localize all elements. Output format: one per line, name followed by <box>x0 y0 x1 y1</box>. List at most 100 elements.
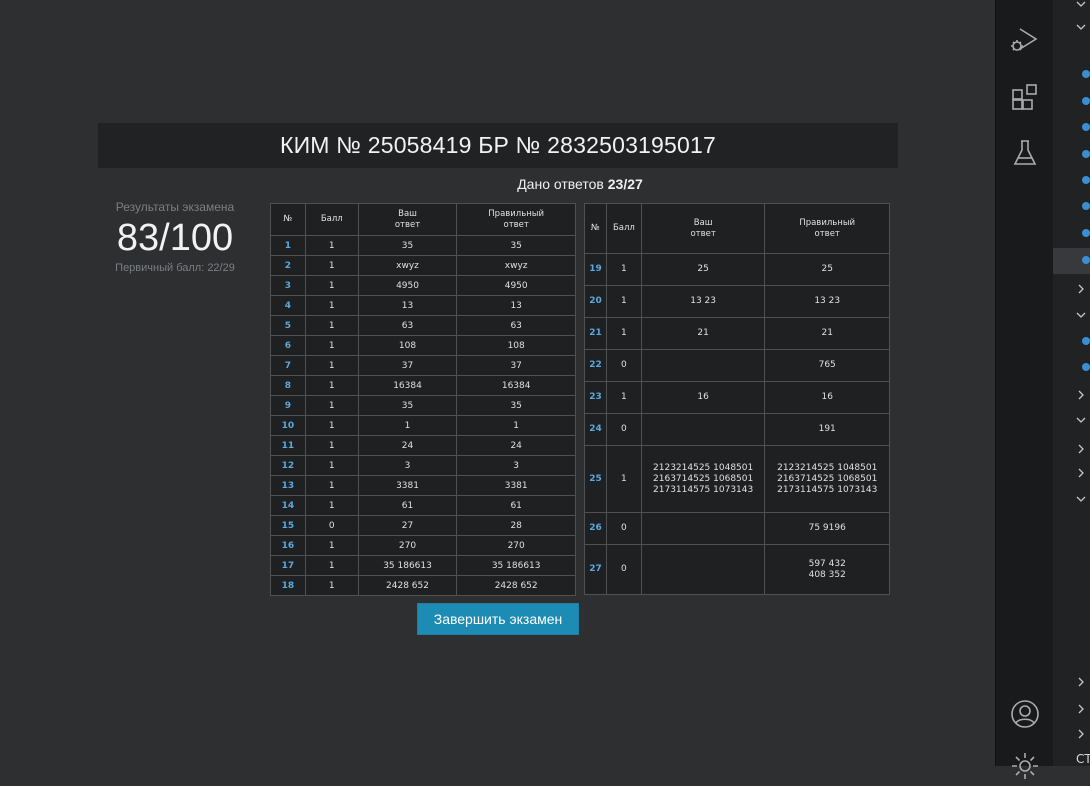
table-row: 17 1 35 186613 35 186613 <box>270 555 576 576</box>
table-row: 6 1 108 108 <box>270 335 576 356</box>
table-row: 11 1 24 24 <box>270 435 576 456</box>
explorer-section-label: СТ <box>1076 752 1090 766</box>
chevron-right-icon[interactable] <box>1075 283 1087 295</box>
question-number-cell: 22 <box>584 349 607 382</box>
your-answer-cell: 16384 <box>357 375 458 396</box>
question-number-cell: 6 <box>270 335 306 356</box>
your-answer-cell: 27 <box>357 515 458 536</box>
col-correct-answer-header: Правильный ответ <box>456 203 576 236</box>
correct-answer-cell: 35 186613 <box>456 555 576 576</box>
chevron-down-icon[interactable] <box>1075 21 1087 33</box>
correct-answer-cell: 61 <box>456 495 576 516</box>
chevron-down-icon[interactable] <box>1075 414 1087 426</box>
extensions-icon[interactable] <box>1005 77 1045 117</box>
question-number-cell: 12 <box>270 455 306 476</box>
answers-given: Дано ответов 23/27 <box>330 176 830 192</box>
your-answer-cell: 35 <box>357 235 458 256</box>
table-row: 2 1 xwyz xwyz <box>270 255 576 276</box>
question-number-cell: 11 <box>270 435 306 456</box>
python-file-icon <box>1082 176 1090 184</box>
answers-given-label: Дано ответов <box>517 176 604 192</box>
question-number-cell: 16 <box>270 535 306 556</box>
correct-answer-cell: 28 <box>456 515 576 536</box>
correct-answer-cell: 270 <box>456 535 576 556</box>
your-answer-cell: 61 <box>357 495 458 516</box>
score-label: Результаты экзамена <box>115 200 235 214</box>
correct-answer-cell: 24 <box>456 435 576 456</box>
correct-answer-cell: 16 <box>764 381 890 414</box>
score-cell: 1 <box>304 475 359 496</box>
score-cell: 1 <box>304 335 359 356</box>
results-table-left-body: 1 1 35 35 2 1 xwyz xwyz 3 1 4950 4950 4 1 13 13 5 1 63 63 6 1… <box>270 235 576 596</box>
score-cell: 1 <box>605 381 642 414</box>
question-number-cell: 3 <box>270 275 306 296</box>
your-answer-cell: 35 186613 <box>357 555 458 576</box>
correct-answer-cell: 25 <box>764 253 890 286</box>
your-answer-cell <box>640 349 766 382</box>
question-number-cell: 4 <box>270 295 306 316</box>
chevron-right-icon[interactable] <box>1075 728 1087 740</box>
settings-gear-icon[interactable] <box>1005 746 1045 786</box>
score-cell: 1 <box>304 255 359 276</box>
table-row: 20 1 13 23 13 23 <box>584 285 890 318</box>
testing-icon[interactable] <box>1005 133 1045 173</box>
score-cell: 0 <box>605 413 642 446</box>
score-cell: 1 <box>304 455 359 476</box>
run-debug-icon[interactable] <box>1005 19 1045 59</box>
correct-answer-cell: 13 23 <box>764 285 890 318</box>
chevron-down-icon[interactable] <box>1075 493 1087 505</box>
your-answer-cell: 3 <box>357 455 458 476</box>
chevron-right-icon[interactable] <box>1075 676 1087 688</box>
your-answer-cell: 37 <box>357 355 458 376</box>
correct-answer-cell: 35 <box>456 395 576 416</box>
table-row: 23 1 16 16 <box>584 381 890 414</box>
correct-answer-cell: 1 <box>456 415 576 436</box>
question-number-cell: 26 <box>584 512 607 545</box>
correct-answer-cell: 191 <box>764 413 890 446</box>
python-file-icon <box>1082 70 1090 78</box>
your-answer-cell: 270 <box>357 535 458 556</box>
score-cell: 1 <box>304 295 359 316</box>
question-number-cell: 27 <box>584 544 607 595</box>
chevron-right-icon[interactable] <box>1075 389 1087 401</box>
correct-answer-cell: 21 <box>764 317 890 350</box>
table-row: 7 1 37 37 <box>270 355 576 376</box>
correct-answer-cell: 597 432 408 352 <box>764 544 890 595</box>
score-value: 83/100 <box>116 217 234 259</box>
score-cell: 1 <box>304 555 359 576</box>
question-number-cell: 1 <box>270 235 306 256</box>
table-row: 19 1 25 25 <box>584 253 890 286</box>
table-row: 8 1 16384 16384 <box>270 375 576 396</box>
your-answer-cell: 1 <box>357 415 458 436</box>
chevron-right-icon[interactable] <box>1075 443 1087 455</box>
question-number-cell: 19 <box>584 253 607 286</box>
question-number-cell: 7 <box>270 355 306 376</box>
correct-answer-cell: 2428 652 <box>456 575 576 596</box>
finish-exam-button[interactable]: Завершить экзамен <box>417 603 579 635</box>
question-number-cell: 8 <box>270 375 306 396</box>
question-number-cell: 5 <box>270 315 306 336</box>
python-file-icon <box>1082 97 1090 105</box>
col-number-header: № <box>270 203 306 236</box>
chevron-down-icon[interactable] <box>1075 309 1087 321</box>
score-cell: 0 <box>605 512 642 545</box>
question-number-cell: 10 <box>270 415 306 436</box>
your-answer-cell: 13 <box>357 295 458 316</box>
correct-answer-cell: 3381 <box>456 475 576 496</box>
table-row: 10 1 1 1 <box>270 415 576 436</box>
table-row: 9 1 35 35 <box>270 395 576 416</box>
question-number-cell: 23 <box>584 381 607 414</box>
score-cell: 1 <box>304 275 359 296</box>
results-table-left: № Балл Ваш ответ Правильный ответ 1 1 35 35… <box>270 203 576 596</box>
correct-answer-cell: 2123214525 1048501 2163714525 1068501 21… <box>764 445 890 513</box>
chevron-right-icon[interactable] <box>1075 467 1087 479</box>
table-row: 25 1 2123214525 1048501 2163714525 1068501… <box>584 445 890 513</box>
answers-given-value: 23/27 <box>607 176 643 192</box>
exam-results-view: КИМ № 25058419 БР № 2832503195017 Дано о… <box>0 0 995 766</box>
page-title: КИМ № 25058419 БР № 2832503195017 <box>98 123 898 168</box>
chevron-right-icon[interactable] <box>1075 703 1087 715</box>
chevron-down-icon[interactable] <box>1075 0 1087 10</box>
account-icon[interactable] <box>1005 694 1045 734</box>
correct-answer-cell: 37 <box>456 355 576 376</box>
python-file-icon <box>1082 123 1090 131</box>
